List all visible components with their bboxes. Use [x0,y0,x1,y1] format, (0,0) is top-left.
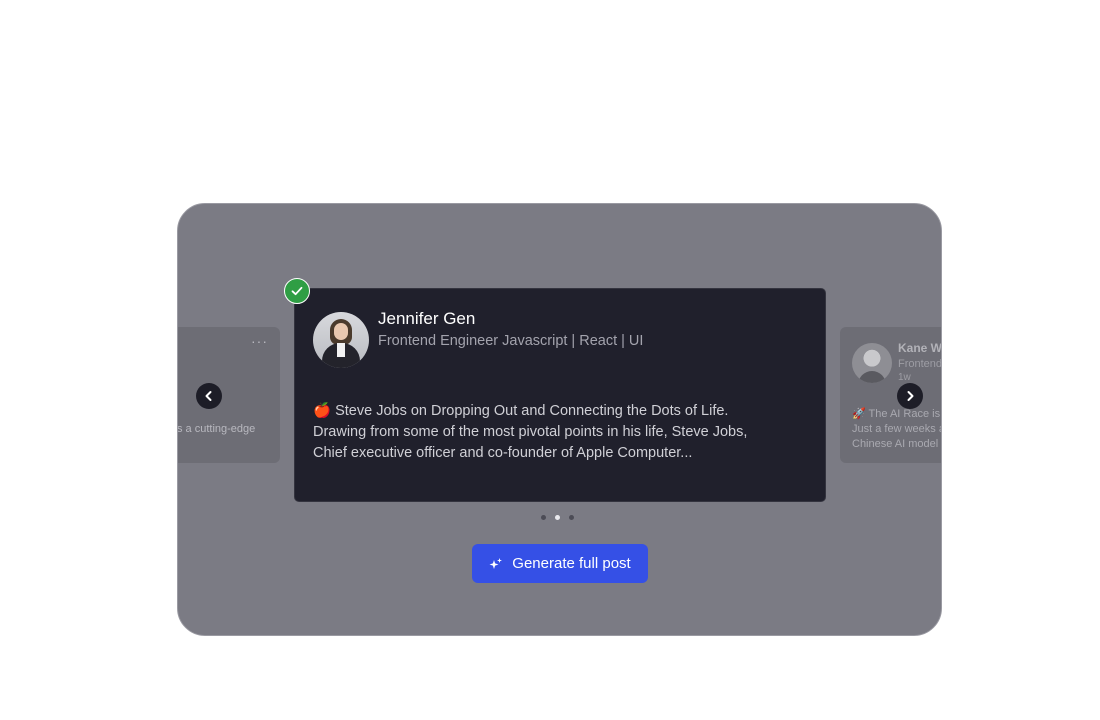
previous-post-card[interactable]: ··· s a cutting-edge [177,327,280,463]
post-line: Chief executive officer and co-founder o… [313,445,693,461]
generate-button-label: Generate full post [512,555,631,572]
check-icon [291,286,303,296]
active-post-card[interactable]: Jennifer Gen Frontend Engineer Javascrip… [294,288,826,502]
next-post-text: 🚀 The AI Race is Ac Just a few weeks a C… [852,408,942,450]
author-name: Jennifer Gen [378,309,476,328]
previous-arrow-button[interactable] [196,383,222,409]
post-line: 🍎 Steve Jobs on Dropping Out and Connect… [313,403,729,419]
post-line: Drawing from some of the most pivotal po… [313,424,748,440]
more-options-icon[interactable]: ··· [251,333,268,349]
previous-post-snippet: s a cutting-edge [177,423,256,435]
pagination-dot-2[interactable] [555,515,560,520]
next-post-card[interactable]: Kane W Frontend 1w 🚀 The AI Race is Ac J… [840,327,942,463]
pagination-dot-1[interactable] [541,515,546,520]
post-preview-text: 🍎 Steve Jobs on Dropping Out and Connect… [313,401,813,464]
author-subtitle: Frontend Engineer Javascript | React | U… [378,333,644,349]
post-carousel-panel: ··· s a cutting-edge Kane W Frontend 1w … [177,203,942,636]
chevron-left-icon [205,391,212,401]
carousel-pagination [541,515,574,520]
next-post-author: Kane W [898,341,942,355]
next-post-author-title: Frontend [898,358,942,370]
pagination-dot-3[interactable] [569,515,574,520]
next-post-date: 1w [898,372,911,383]
author-avatar [313,312,369,368]
generate-full-post-button[interactable]: Generate full post [472,544,648,583]
sparkle-icon [489,557,503,569]
next-post-avatar [852,343,892,383]
chevron-right-icon [907,391,914,401]
selected-check-badge [284,278,310,304]
next-arrow-button[interactable] [897,383,923,409]
